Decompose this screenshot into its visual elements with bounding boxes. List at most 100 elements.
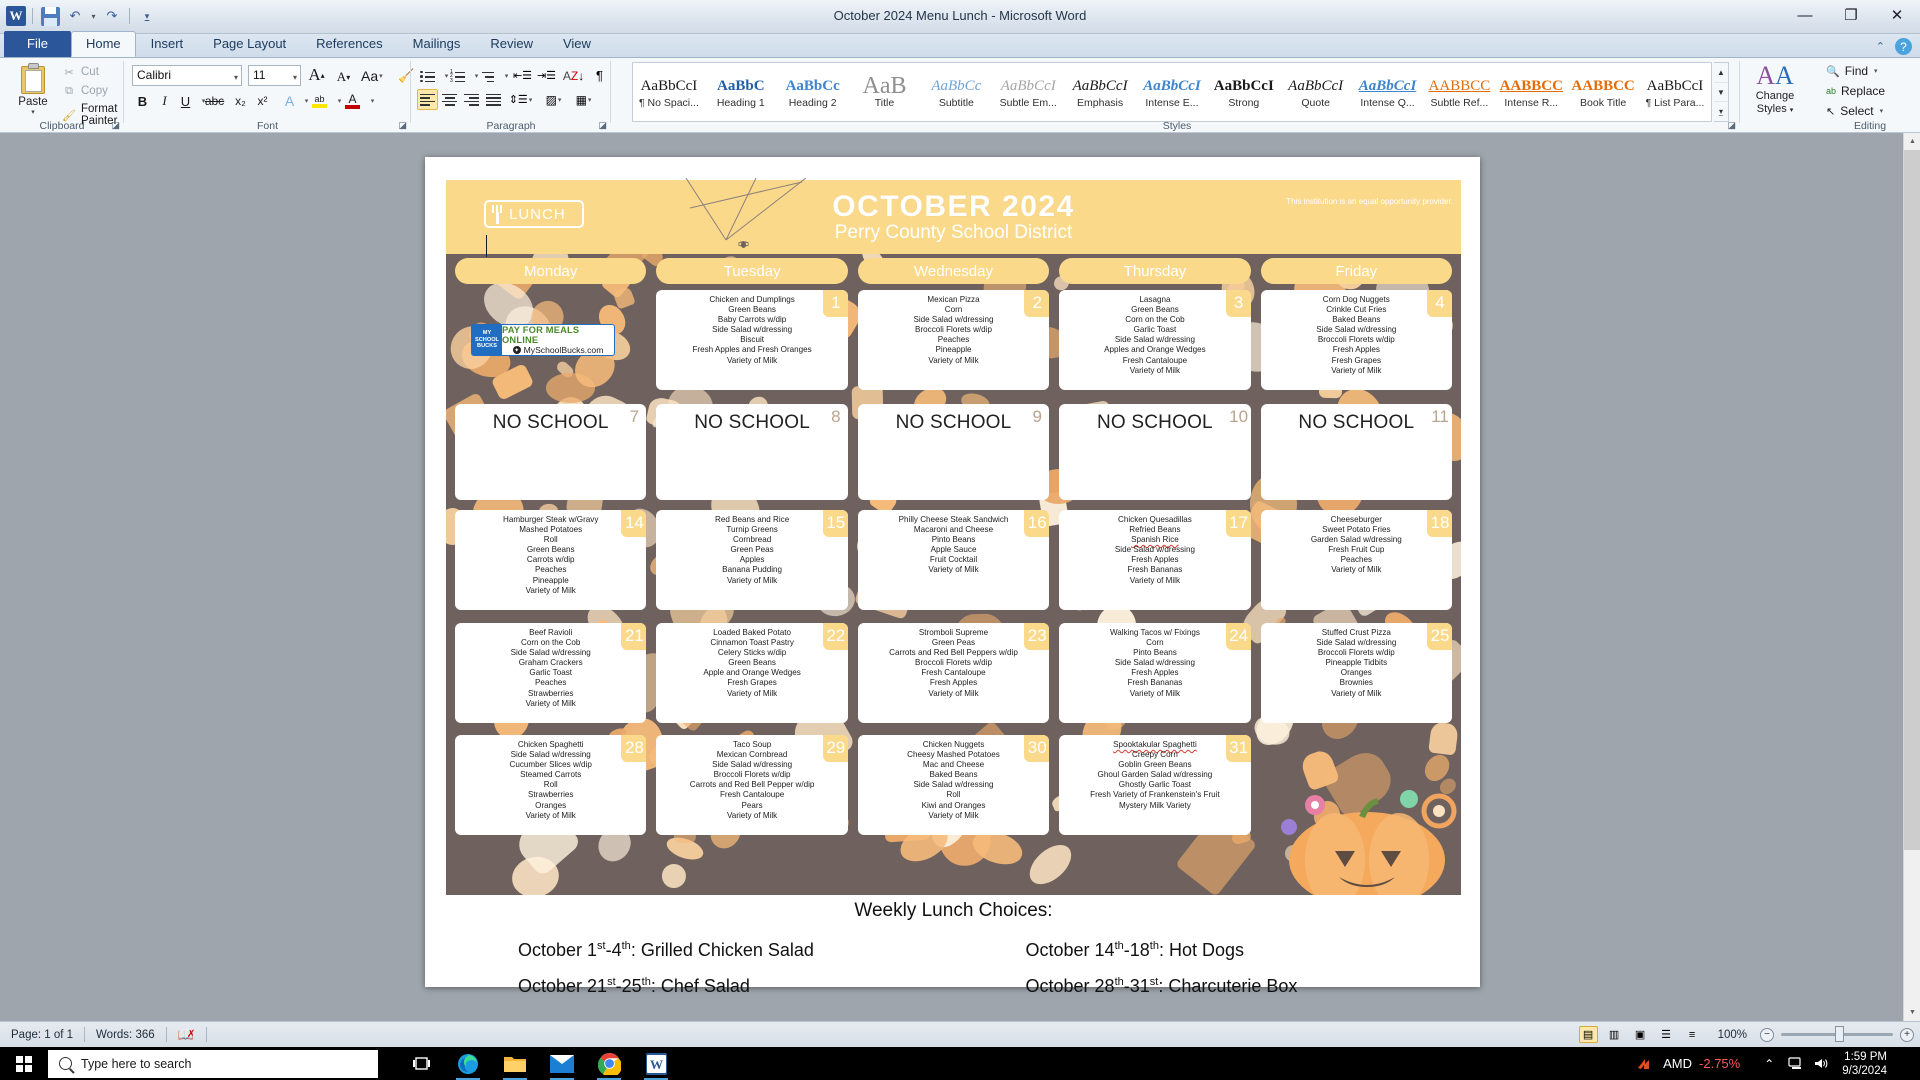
change-styles-button[interactable]: AA Change Styles ▾ bbox=[1739, 62, 1811, 117]
select-button[interactable]: ↖ Select ▾ bbox=[1826, 104, 1883, 118]
zoom-in-button[interactable]: + bbox=[1900, 1027, 1914, 1042]
style-item[interactable]: AaBbCcI Intense E... bbox=[1136, 63, 1208, 121]
show-paragraph-marks-icon[interactable]: ¶ bbox=[589, 65, 610, 86]
style-item[interactable]: AABBCC Subtle Ref... bbox=[1423, 63, 1495, 121]
gallery-scroll-up-icon[interactable]: ▲ bbox=[1714, 63, 1728, 83]
amd-stock-widget[interactable]: AMD -2.75% bbox=[1636, 1056, 1740, 1071]
scrollbar-thumb[interactable] bbox=[1904, 150, 1920, 850]
restore-button[interactable]: ❐ bbox=[1828, 0, 1874, 30]
proofing-errors-icon[interactable]: 📖 ✗ bbox=[167, 1025, 207, 1044]
clipboard-dialog-launcher[interactable]: ◪ bbox=[111, 120, 120, 131]
subscript-button[interactable]: x₂ bbox=[230, 90, 251, 112]
style-item[interactable]: AaBbCcI Subtle Em... bbox=[992, 63, 1064, 121]
vertical-scrollbar[interactable]: ▲ ▼ bbox=[1903, 133, 1920, 1021]
minimize-button[interactable]: — bbox=[1782, 0, 1828, 30]
tab-home[interactable]: Home bbox=[70, 31, 136, 57]
copy-button[interactable]: ⧉ Copy bbox=[62, 84, 108, 98]
shrink-font-button[interactable]: A ▾ bbox=[333, 66, 354, 88]
zoom-slider[interactable] bbox=[1781, 1026, 1893, 1042]
style-item[interactable]: AABBCC Book Title bbox=[1567, 63, 1639, 121]
volume-icon[interactable] bbox=[1808, 1047, 1834, 1080]
page-indicator[interactable]: Page: 1 of 1 bbox=[0, 1025, 84, 1044]
mail-icon[interactable] bbox=[541, 1047, 583, 1080]
style-item[interactable]: AaBbCc Subtitle bbox=[920, 63, 992, 121]
font-name-input[interactable]: Calibri ▾ bbox=[132, 65, 242, 86]
help-icon[interactable]: ? bbox=[1895, 38, 1912, 55]
shading-icon[interactable]: ▨ ▾ bbox=[543, 89, 564, 110]
word-count[interactable]: Words: 366 bbox=[85, 1025, 166, 1044]
collapse-ribbon-icon[interactable]: ⌃ bbox=[1876, 40, 1885, 53]
tab-mailings[interactable]: Mailings bbox=[398, 31, 476, 57]
style-item[interactable]: AABBCC Intense R... bbox=[1495, 63, 1567, 121]
document-page[interactable]: LUNCH OCTOBER 2024 Perry County School D… bbox=[425, 157, 1480, 996]
gallery-more-icon[interactable]: ▾̲ bbox=[1714, 102, 1728, 121]
font-color-dropdown-icon[interactable]: ▾ bbox=[362, 90, 383, 112]
style-item[interactable]: AaBbCcI Quote bbox=[1280, 63, 1352, 121]
tab-references[interactable]: References bbox=[301, 31, 397, 57]
style-item[interactable]: AaBbCc Heading 2 bbox=[777, 63, 849, 121]
paste-button[interactable]: Paste ▾ bbox=[10, 63, 56, 116]
strikethrough-button[interactable]: abc bbox=[204, 90, 225, 112]
edge-icon[interactable] bbox=[447, 1047, 489, 1080]
task-view-icon[interactable] bbox=[400, 1047, 442, 1080]
clock[interactable]: 1:59 PM 9/3/2024 bbox=[1834, 1050, 1900, 1078]
print-layout-view-icon[interactable]: ▤ bbox=[1578, 1026, 1598, 1043]
change-case-button[interactable]: Aa ▾ bbox=[361, 65, 383, 87]
highlight-button[interactable]: ab bbox=[309, 90, 330, 112]
align-center-icon[interactable] bbox=[439, 89, 460, 110]
tab-view[interactable]: View bbox=[548, 31, 606, 57]
borders-icon[interactable]: ▦ ▾ bbox=[573, 89, 594, 110]
style-item[interactable]: AaBbCcI ¶ No Spaci... bbox=[633, 63, 705, 121]
style-item[interactable]: AaBbC Heading 1 bbox=[705, 63, 777, 121]
multilevel-list-icon[interactable] bbox=[477, 65, 498, 86]
chevron-down-icon[interactable]: ▾ bbox=[293, 73, 297, 82]
full-screen-reading-view-icon[interactable]: ▥ bbox=[1605, 1026, 1624, 1043]
style-item[interactable]: AaBbCcI ¶ List Para... bbox=[1639, 63, 1711, 121]
scroll-up-icon[interactable]: ▲ bbox=[1904, 133, 1920, 150]
style-item[interactable]: AaBbCcI Intense Q... bbox=[1352, 63, 1424, 121]
close-button[interactable]: ✕ bbox=[1874, 0, 1920, 30]
increase-indent-icon[interactable]: ⇥☰ bbox=[536, 65, 557, 86]
sort-icon[interactable]: A Z ↓ bbox=[563, 65, 584, 86]
word-icon[interactable]: W bbox=[635, 1047, 677, 1080]
scroll-down-icon[interactable]: ▼ bbox=[1904, 1004, 1920, 1021]
file-explorer-icon[interactable] bbox=[494, 1047, 536, 1080]
outline-view-icon[interactable]: ☰ bbox=[1657, 1026, 1676, 1043]
tab-file[interactable]: File bbox=[4, 31, 71, 57]
bold-button[interactable]: B bbox=[132, 90, 153, 112]
zoom-slider-thumb[interactable] bbox=[1835, 1026, 1844, 1042]
tab-page-layout[interactable]: Page Layout bbox=[198, 31, 301, 57]
tab-review[interactable]: Review bbox=[475, 31, 548, 57]
zoom-level[interactable]: 100% bbox=[1709, 1025, 1753, 1044]
styles-gallery[interactable]: AaBbCcI ¶ No Spaci... AaBbC Heading 1 AaBbCc… bbox=[632, 62, 1712, 122]
find-button[interactable]: 🔍 Find ▾ bbox=[1826, 64, 1878, 78]
italic-button[interactable]: I bbox=[154, 90, 175, 112]
search-input[interactable]: Type here to search bbox=[48, 1049, 378, 1078]
bullets-icon[interactable] bbox=[417, 65, 438, 86]
font-size-input[interactable]: 11 ▾ bbox=[248, 65, 301, 86]
line-spacing-icon[interactable]: ⇕☰ ▾ bbox=[509, 89, 533, 110]
align-left-icon[interactable] bbox=[417, 89, 438, 110]
tab-insert[interactable]: Insert bbox=[136, 31, 199, 57]
web-layout-view-icon[interactable]: ▣ bbox=[1631, 1026, 1650, 1043]
style-item[interactable]: AaBbCcI Emphasis bbox=[1064, 63, 1136, 121]
style-item[interactable]: AaBbCcI Strong bbox=[1208, 63, 1280, 121]
start-button[interactable] bbox=[0, 1047, 48, 1080]
draft-view-icon[interactable]: ≡ bbox=[1683, 1026, 1702, 1043]
chrome-icon[interactable] bbox=[588, 1047, 630, 1080]
align-right-icon[interactable] bbox=[461, 89, 482, 110]
styles-dialog-launcher[interactable]: ◪ bbox=[1727, 120, 1736, 131]
replace-button[interactable]: ab Replace bbox=[1826, 84, 1885, 98]
font-dialog-launcher[interactable]: ◪ bbox=[398, 120, 407, 131]
chevron-down-icon[interactable]: ▾ bbox=[234, 73, 238, 82]
network-icon[interactable] bbox=[1782, 1047, 1808, 1080]
style-item[interactable]: AaB Title bbox=[849, 63, 921, 121]
justify-icon[interactable] bbox=[483, 89, 504, 110]
myschoolbucks-promo[interactable]: MY SCHOOL BUCKS PAY FOR MEALS ONLINE ✦ MyScho… bbox=[471, 324, 615, 356]
document-canvas[interactable]: LUNCH OCTOBER 2024 Perry County School D… bbox=[0, 133, 1920, 1021]
notifications-icon[interactable] bbox=[1900, 1047, 1920, 1080]
superscript-button[interactable]: x² bbox=[252, 90, 273, 112]
show-hidden-icons-icon[interactable]: ⌃ bbox=[1756, 1047, 1782, 1080]
cut-button[interactable]: ✂ Cut bbox=[62, 65, 99, 79]
decrease-indent-icon[interactable]: ⇤☰ bbox=[512, 65, 533, 86]
